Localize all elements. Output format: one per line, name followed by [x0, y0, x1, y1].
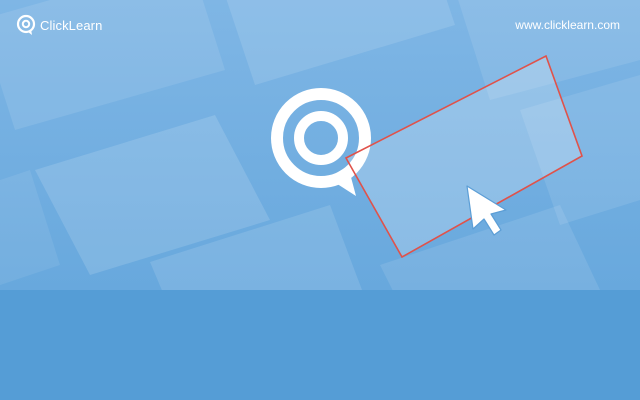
selection-rectangle [344, 54, 583, 259]
mouse-pointer-icon [466, 185, 507, 236]
promo-banner: ClickLearn www.clicklearn.com [0, 0, 640, 400]
